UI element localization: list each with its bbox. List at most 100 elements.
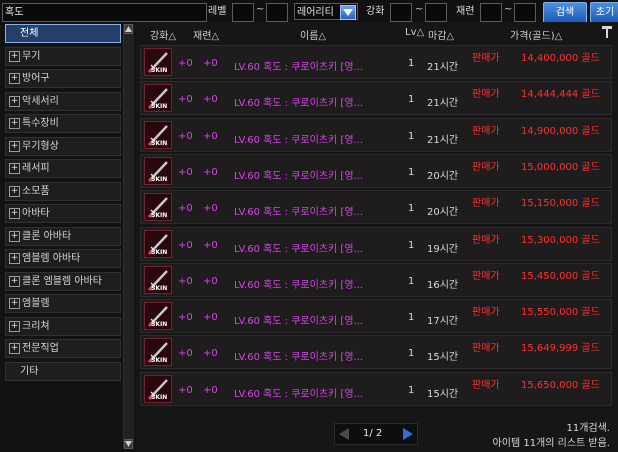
price-label: 판매가 [472, 53, 500, 64]
katana-skin-icon[interactable]: SKIN [144, 338, 172, 367]
enhance-min-input[interactable] [390, 3, 412, 22]
expand-plus-icon[interactable]: + [9, 208, 20, 219]
table-row[interactable]: SKIN +0 +0 LV.60 혹도 : 쿠로이츠키 [영... 1 20시간 판매가 15… [140, 190, 612, 225]
item-name: LV.60 혹도 : 쿠로이츠키 [영... [234, 243, 364, 255]
table-row[interactable]: SKIN +0 +0 LV.60 혹도 : 쿠로이츠키 [영... 1 15시간 판매가 15… [140, 371, 612, 406]
item-name: LV.60 혹도 : 쿠로이츠키 [영... [234, 388, 364, 400]
table-row[interactable]: SKIN +0 +0 LV.60 혹도 : 쿠로이츠키 [영... 1 15시간 판매가 15… [140, 335, 612, 370]
category-item[interactable]: + 방어구 [5, 69, 121, 88]
expand-plus-icon[interactable]: + [9, 185, 20, 197]
expand-plus-icon[interactable]: + [9, 73, 20, 84]
price-label: 판매가 [472, 89, 500, 101]
rarity-select[interactable]: 레어리티 [294, 3, 358, 20]
expand-plus-icon[interactable]: + [9, 275, 20, 287]
katana-skin-icon[interactable]: SKIN [144, 156, 172, 185]
level-max-input[interactable] [266, 3, 288, 22]
expand-plus-icon[interactable]: + [9, 298, 20, 309]
category-label: 클론 아바타 [22, 230, 72, 242]
category-item[interactable]: + 엠블렘 [5, 294, 121, 313]
category-scrollbar[interactable] [123, 24, 134, 449]
expand-plus-icon[interactable]: + [9, 253, 20, 264]
table-row[interactable]: SKIN +0 +0 LV.60 혹도 : 쿠로이츠키 [영... 1 21시간 판매가 14… [140, 45, 612, 79]
skin-badge: SKIN [151, 139, 168, 147]
katana-skin-icon[interactable]: SKIN [144, 302, 172, 331]
expand-plus-icon[interactable]: + [9, 95, 20, 107]
katana-skin-icon[interactable]: SKIN [144, 265, 172, 294]
col-level[interactable]: Lv△ [405, 27, 424, 38]
category-item[interactable]: + 특수장비 [5, 114, 121, 133]
table-row[interactable]: SKIN +0 +0 LV.60 혹도 : 쿠로이츠키 [영... 1 17시간 판매가 15… [140, 299, 612, 334]
price-value: 15,300,000 골드 [521, 234, 600, 246]
expand-plus-icon[interactable]: + [9, 140, 20, 152]
table-row[interactable]: SKIN +0 +0 LV.60 혹도 : 쿠로이츠키 [영... 1 21시간 판매가 14… [140, 81, 612, 116]
item-count: 1 [408, 384, 415, 396]
refine-value: +0 [203, 130, 218, 142]
table-row[interactable]: SKIN +0 +0 LV.60 혹도 : 쿠로이츠키 [영... 1 21시간 판매가 14… [140, 117, 612, 152]
category-item[interactable]: 기타 [5, 361, 121, 381]
katana-skin-icon[interactable]: SKIN [144, 120, 172, 149]
enhance-value: +0 [178, 203, 193, 215]
category-item[interactable]: + 무기형상 [5, 136, 121, 156]
category-label: 기타 [20, 365, 39, 377]
table-row[interactable]: SKIN +0 +0 LV.60 혹도 : 쿠로이츠키 [영... 1 20시간 판매가 15… [140, 153, 612, 188]
category-item[interactable]: + 악세서리 [5, 91, 121, 111]
refine-value: +0 [203, 384, 218, 396]
scroll-down-icon[interactable] [124, 439, 133, 449]
category-item[interactable]: 전체 [5, 24, 121, 43]
triangle-right-icon[interactable] [402, 428, 414, 443]
expand-plus-icon[interactable]: + [9, 230, 20, 242]
enhance-max-input[interactable] [425, 3, 447, 22]
category-item[interactable]: + 무기 [5, 46, 121, 66]
katana-skin-icon[interactable]: SKIN [144, 84, 172, 113]
price-value: 15,000,000 골드 [521, 161, 600, 173]
katana-skin-icon[interactable]: SKIN [144, 48, 172, 76]
katana-skin-icon[interactable]: SKIN [144, 229, 172, 258]
category-item[interactable]: + 크리쳐 [5, 316, 121, 336]
price-value: 15,650,000 골드 [521, 379, 600, 391]
category-item[interactable]: + 소모품 [5, 181, 121, 201]
refine-min-input[interactable] [480, 3, 502, 22]
category-item[interactable]: + 레서피 [5, 159, 121, 178]
price-label: 판매가 [472, 198, 500, 210]
hammer-icon [601, 25, 613, 42]
col-enhance[interactable]: 강화△ [150, 27, 176, 42]
chevron-down-icon[interactable] [340, 5, 356, 20]
expand-plus-icon[interactable]: + [9, 320, 20, 332]
category-label: 무기 [22, 50, 41, 62]
level-range-tilde: ~ [256, 4, 265, 15]
katana-skin-icon[interactable]: SKIN [144, 193, 172, 222]
expand-plus-icon[interactable]: + [9, 118, 20, 129]
expand-plus-icon[interactable]: + [9, 343, 20, 354]
level-min-input[interactable] [232, 3, 254, 22]
katana-skin-icon[interactable]: SKIN [144, 374, 172, 403]
triangle-left-icon[interactable] [338, 428, 350, 443]
table-row[interactable]: SKIN +0 +0 LV.60 혹도 : 쿠로이츠키 [영... 1 19시간 판매가 15… [140, 226, 612, 261]
scroll-up-icon[interactable] [124, 24, 133, 34]
col-price[interactable]: 가격(골드)△ [510, 27, 562, 42]
time-remaining: 16시간 [427, 279, 459, 291]
price-value: 14,900,000 골드 [521, 125, 600, 137]
category-item[interactable]: + 클론 아바타 [5, 226, 121, 246]
item-name: LV.60 혹도 : 쿠로이츠키 [영... [234, 207, 364, 219]
search-button[interactable]: 검색 [543, 2, 587, 23]
col-name[interactable]: 이름△ [300, 27, 326, 42]
category-item[interactable]: + 전문직업 [5, 339, 121, 358]
expand-plus-icon[interactable]: + [9, 163, 20, 174]
enhance-value: +0 [178, 94, 193, 106]
category-item[interactable]: + 엠블렘 아바타 [5, 249, 121, 268]
search-input[interactable]: 혹도 [2, 3, 207, 22]
level-label: 레벨 [208, 6, 227, 17]
item-name: LV.60 혹도 : 쿠로이츠키 [영... [234, 98, 364, 110]
reset-button[interactable]: 초기 [590, 2, 618, 23]
price-label: 판매가 [472, 161, 500, 173]
item-name: LV.60 혹도 : 쿠로이츠키 [영... [234, 62, 364, 73]
table-row[interactable]: SKIN +0 +0 LV.60 혹도 : 쿠로이츠키 [영... 1 16시간 판매가 15… [140, 262, 612, 297]
item-count: 1 [408, 130, 415, 142]
item-count: 1 [408, 275, 415, 287]
col-refine[interactable]: 재련△ [193, 27, 219, 42]
expand-plus-icon[interactable]: + [9, 50, 20, 62]
refine-max-input[interactable] [514, 3, 536, 22]
category-item[interactable]: + 클론 엠블렘 아바타 [5, 271, 121, 291]
category-item[interactable]: + 아바타 [5, 204, 121, 223]
col-deadline[interactable]: 마감△ [428, 27, 454, 42]
